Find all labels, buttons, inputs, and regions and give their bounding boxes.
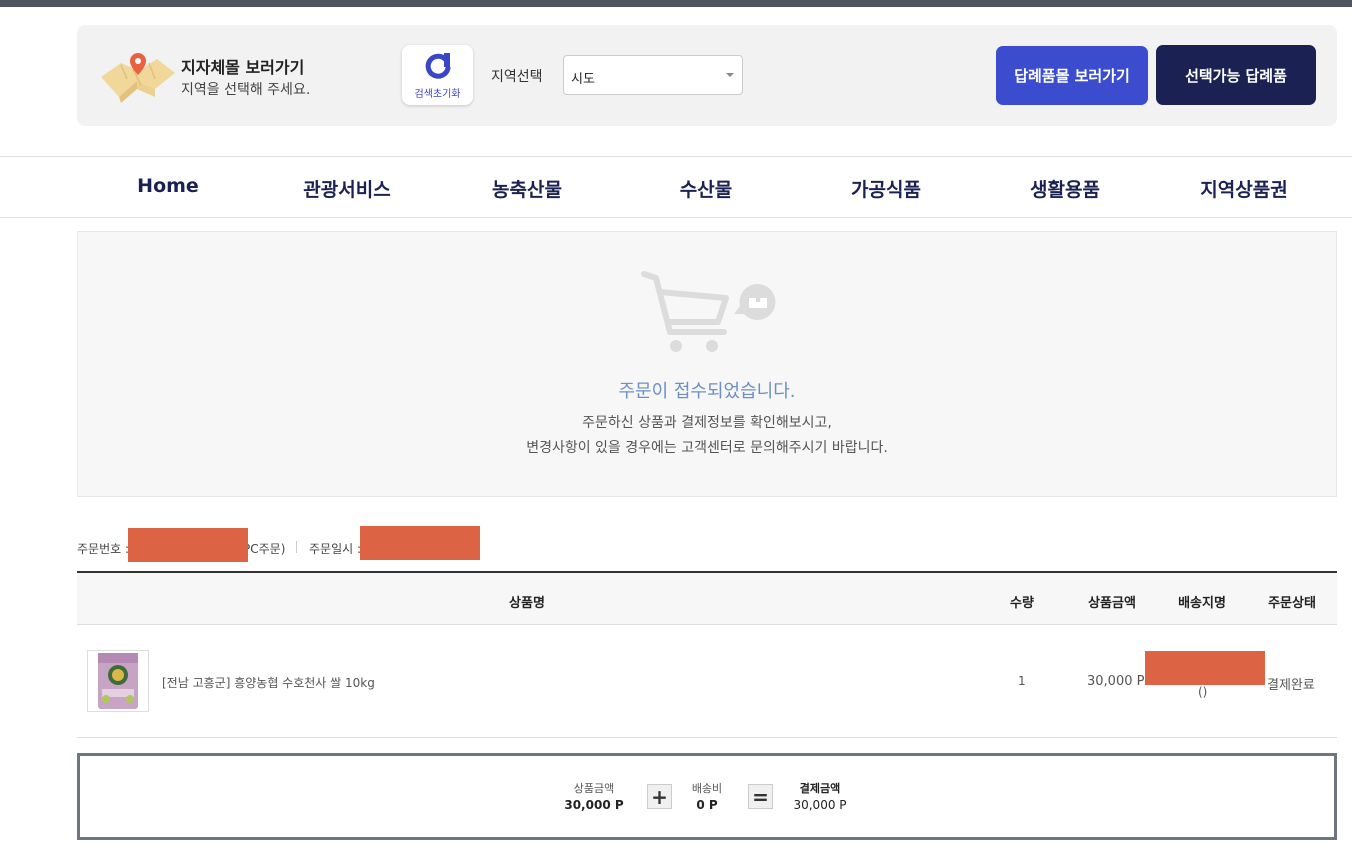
redacted-recipient: [1145, 651, 1265, 685]
rice-bag-image: [98, 653, 138, 709]
recipient-suffix: (): [1198, 685, 1208, 699]
col-status: 주문상태: [1268, 596, 1316, 611]
product-qty: 1: [1018, 674, 1026, 688]
shipping-fee-value: 0 P: [696, 798, 718, 812]
region-select-value: 시도: [571, 72, 595, 87]
equals-icon: =: [748, 784, 773, 809]
gift-mall-button[interactable]: 답례품몰 보러가기: [996, 46, 1148, 105]
nav-item-seafood[interactable]: 수산물: [680, 175, 732, 202]
total-amount-label: 결제금액: [799, 782, 841, 795]
shopping-cart-icon: [641, 271, 776, 352]
chevron-down-icon: [726, 73, 734, 77]
col-qty: 수량: [1010, 596, 1034, 611]
nav-item-gift-certificate[interactable]: 지역상품권: [1200, 175, 1287, 202]
nav-item-agriculture[interactable]: 농축산물: [492, 175, 562, 202]
redacted-order-date: [360, 526, 480, 560]
order-number-label: 주문번호 :: [77, 542, 130, 556]
map-pin-icon: [101, 53, 175, 103]
search-reset-label: 검색초기화: [414, 89, 461, 100]
goods-amount-label: 상품금액: [573, 782, 615, 795]
nav-item-household[interactable]: 생활용품: [1030, 175, 1100, 202]
notice-title: 주문이 접수되었습니다.: [618, 381, 796, 402]
nav-item-home[interactable]: Home: [137, 175, 199, 197]
shipping-fee-label: 배송비: [691, 782, 723, 795]
order-channel: PC주문): [243, 542, 286, 556]
col-price: 상품금액: [1088, 596, 1136, 611]
divider: [296, 541, 297, 553]
region-title[interactable]: 지자체몰 보러가기: [181, 54, 304, 78]
search-reset-button[interactable]: 검색초기화: [402, 45, 473, 105]
order-table-header: 상품명 수량 상품금액 배송지명 주문상태: [77, 571, 1337, 625]
payment-summary: 상품금액 30,000 P + 배송비 0 P = 결제금액 30,000 P: [77, 753, 1337, 840]
main-navigation: Home 관광서비스 농축산물 수산물 가공식품 생활용품 지역상품권: [0, 156, 1352, 218]
nav-item-processed-food[interactable]: 가공식품: [851, 175, 921, 202]
product-name[interactable]: [전남 고흥군] 흥양농협 수호천사 쌀 10kg: [162, 674, 375, 691]
region-selector-panel: 지자체몰 보러가기 지역을 선택해 주세요. 검색초기화 지역선택 시도 답례품…: [77, 25, 1337, 126]
order-date-label: 주문일시 :: [309, 542, 362, 556]
goods-amount-value: 30,000 P: [564, 798, 624, 812]
notice-line-1: 주문하신 상품과 결제정보를 확인해보시고,: [582, 415, 832, 431]
order-status: 결제완료: [1267, 678, 1315, 693]
col-recipient: 배송지명: [1178, 596, 1226, 611]
total-amount-value: 30,000 P: [793, 798, 847, 812]
order-complete-notice: 주문이 접수되었습니다. 주문하신 상품과 결제정보를 확인해보시고, 변경사항…: [77, 231, 1337, 497]
redacted-order-number: [128, 528, 248, 562]
region-select-label: 지역선택: [491, 69, 543, 85]
nav-item-tourism[interactable]: 관광서비스: [303, 175, 390, 202]
notice-line-2: 변경사항이 있을 경우에는 고객센터로 문의해주시기 바랍니다.: [526, 440, 888, 456]
region-select-dropdown[interactable]: 시도: [563, 55, 743, 95]
col-product: 상품명: [509, 596, 545, 611]
plus-icon: +: [647, 784, 672, 809]
product-price: 30,000 P: [1087, 674, 1145, 689]
top-border: [0, 0, 1352, 7]
refresh-icon: [425, 53, 451, 79]
product-image[interactable]: [87, 650, 149, 712]
selectable-gifts-button[interactable]: 선택가능 답례품: [1156, 45, 1316, 105]
region-subtitle: 지역을 선택해 주세요.: [181, 82, 311, 98]
